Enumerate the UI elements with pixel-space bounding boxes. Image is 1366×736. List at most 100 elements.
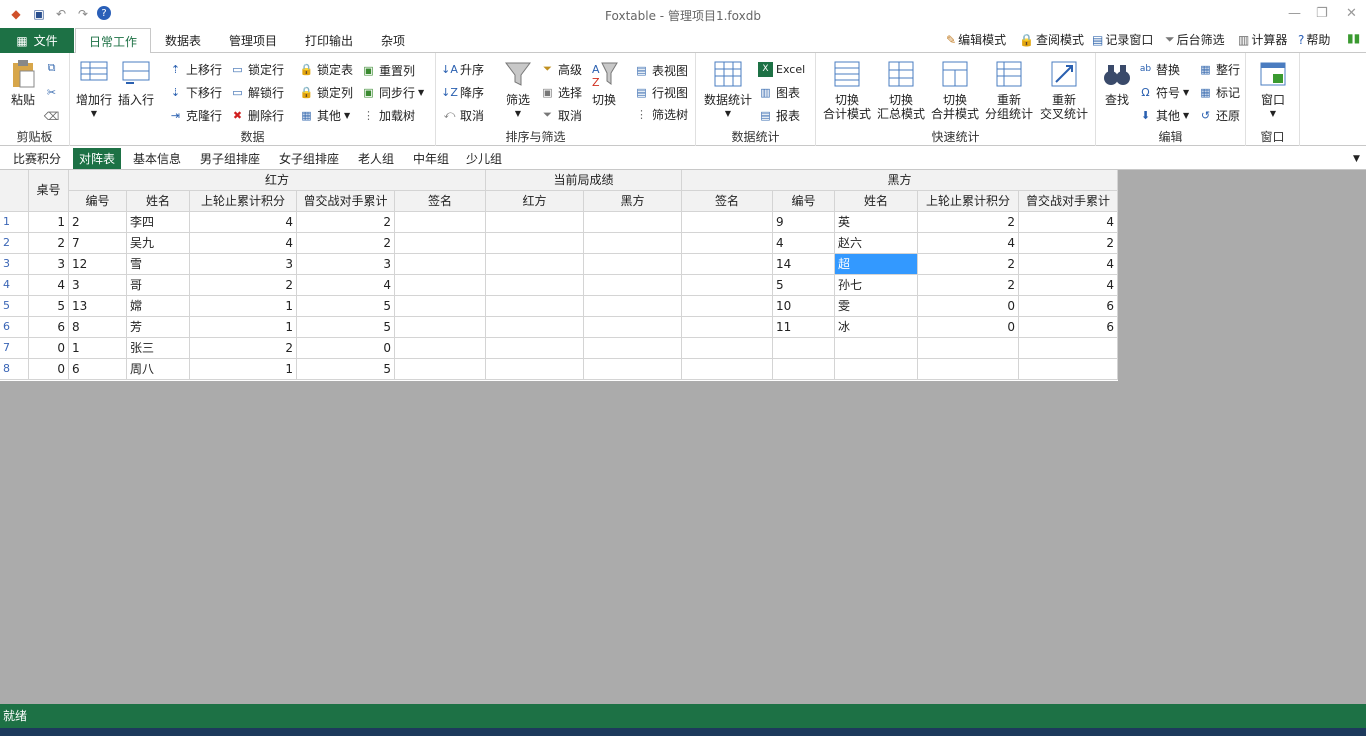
table-cell[interactable] (395, 254, 486, 275)
filter-tree-button[interactable]: ⋮ 筛选树 (634, 105, 688, 123)
table-cell[interactable]: 雯 (835, 296, 918, 317)
table-cell[interactable] (682, 254, 773, 275)
table-cell[interactable] (584, 359, 682, 380)
table-cell[interactable]: 3 (29, 254, 69, 275)
find-button[interactable]: 查找 (1100, 59, 1134, 107)
table-cell[interactable]: 6 (69, 359, 127, 380)
load-tree-button[interactable]: ⋮ 加载树 (361, 106, 415, 124)
restore-icon[interactable]: ❐ (1316, 6, 1328, 21)
lock-column-button[interactable]: 🔒 锁定列 (299, 83, 353, 101)
table-cell[interactable]: 孙七 (835, 275, 918, 296)
table-cell[interactable]: 5 (297, 296, 395, 317)
table-cell[interactable]: 6 (29, 317, 69, 338)
table-cell[interactable]: 3 (190, 254, 297, 275)
switch-total-mode-button[interactable]: 切换 合计模式 (820, 59, 874, 121)
sheet-tab-men-seating[interactable]: 男子组排座 (200, 148, 260, 169)
table-cell[interactable] (584, 296, 682, 317)
table-cell[interactable]: 14 (773, 254, 835, 275)
table-cell[interactable]: 雪 (127, 254, 190, 275)
table-cell[interactable] (395, 296, 486, 317)
table-cell[interactable]: 周八 (127, 359, 190, 380)
clone-row-button[interactable]: ⇥ 克隆行 (168, 106, 222, 124)
table-cell[interactable] (773, 359, 835, 380)
lock-row-button[interactable]: ▭ 锁定行 (230, 60, 284, 78)
table-cell[interactable]: 嫦 (127, 296, 190, 317)
file-menu-button[interactable]: ▦ 文件 (0, 28, 74, 53)
table-cell[interactable] (682, 317, 773, 338)
regroup-stats-button[interactable]: 重新 分组统计 (982, 59, 1036, 121)
table-cell[interactable]: 4 (1019, 254, 1118, 275)
unlock-row-button[interactable]: ▭ 解锁行 (230, 83, 284, 101)
minimize-icon[interactable]: — (1288, 6, 1301, 21)
column-header[interactable]: 黑方 (584, 191, 682, 212)
table-cell[interactable] (486, 254, 584, 275)
table-cell[interactable]: 2 (297, 212, 395, 233)
table-cell[interactable] (918, 338, 1019, 359)
close-icon[interactable]: ✕ (1346, 6, 1357, 21)
table-cell[interactable]: 12 (69, 254, 127, 275)
excel-button[interactable]: X Excel (758, 60, 805, 78)
reset-column-button[interactable]: ▣ 重置列 (361, 61, 415, 79)
tab-data-table[interactable]: 数据表 (152, 28, 214, 53)
advanced-filter-button[interactable]: ⏷ 高级 (540, 60, 582, 78)
table-cell[interactable]: 4 (918, 233, 1019, 254)
table-cell[interactable]: 9 (773, 212, 835, 233)
table-cell[interactable]: 10 (773, 296, 835, 317)
insert-row-button[interactable]: 插入行 (116, 59, 156, 107)
cut-icon[interactable]: ✂ (44, 83, 59, 101)
table-cell[interactable]: 吴九 (127, 233, 190, 254)
window-button[interactable]: 窗口 ▼ (1256, 59, 1290, 121)
table-cell[interactable]: 张三 (127, 338, 190, 359)
table-cell[interactable] (682, 359, 773, 380)
sheet-tab-elderly[interactable]: 老人组 (358, 148, 394, 169)
table-cell[interactable]: 哥 (127, 275, 190, 296)
table-cell[interactable] (682, 296, 773, 317)
help-link[interactable]: ? 帮助 (1298, 31, 1330, 48)
row-number[interactable]: 7 (0, 338, 29, 359)
table-cell[interactable]: 5 (297, 359, 395, 380)
table-cell[interactable]: 5 (773, 275, 835, 296)
sheet-tab-women-seating[interactable]: 女子组排座 (279, 148, 339, 169)
corner-cell[interactable] (0, 170, 29, 212)
sheet-tab-basic-info[interactable]: 基本信息 (133, 148, 181, 169)
table-cell[interactable] (584, 233, 682, 254)
sync-row-button[interactable]: ▣ 同步行 ▼ (361, 83, 424, 101)
restore-button[interactable]: ↺ 还原 (1198, 106, 1240, 124)
row-number[interactable]: 3 (0, 254, 29, 275)
table-cell[interactable]: 超 (835, 254, 918, 275)
eraser-icon[interactable]: ⌫ (44, 107, 60, 125)
move-down-button[interactable]: ⇣ 下移行 (168, 83, 222, 101)
table-cell[interactable]: 2 (918, 275, 1019, 296)
table-cell[interactable]: 1 (69, 338, 127, 359)
table-cell[interactable] (682, 233, 773, 254)
table-cell[interactable] (584, 275, 682, 296)
table-cell[interactable]: 8 (69, 317, 127, 338)
column-header[interactable]: 编号 (773, 191, 835, 212)
table-cell[interactable]: 4 (773, 233, 835, 254)
table-cell[interactable] (1019, 359, 1118, 380)
table-cell[interactable]: 2 (1019, 233, 1118, 254)
copy-icon[interactable]: ⧉ (44, 59, 59, 77)
table-cell[interactable]: 3 (297, 254, 395, 275)
sheet-tab-match-score[interactable]: 比赛积分 (13, 148, 61, 169)
column-header[interactable]: 曾交战对手累计 (1019, 191, 1118, 212)
table-cell[interactable]: 7 (69, 233, 127, 254)
table-cell[interactable]: 1 (190, 296, 297, 317)
column-header[interactable]: 姓名 (835, 191, 918, 212)
table-cell[interactable] (395, 359, 486, 380)
table-cell[interactable]: 6 (1019, 317, 1118, 338)
sort-desc-button[interactable]: ↓Z 降序 (441, 83, 484, 101)
table-cell[interactable] (395, 233, 486, 254)
tab-manage-project[interactable]: 管理项目 (218, 28, 288, 53)
chart-button[interactable]: ▥ 图表 (758, 83, 800, 101)
table-cell[interactable] (584, 254, 682, 275)
filter-button[interactable]: 筛选 ▼ (500, 59, 536, 121)
column-header[interactable]: 上轮止累计积分 (190, 191, 297, 212)
table-cell[interactable]: 李四 (127, 212, 190, 233)
table-cell[interactable]: 13 (69, 296, 127, 317)
sheet-tab-pairing[interactable]: 对阵表 (73, 148, 122, 169)
sheet-tab-youth[interactable]: 少儿组 (466, 148, 502, 169)
sort-cancel-button[interactable]: ⤺ 取消 (442, 106, 484, 124)
tab-daily-work[interactable]: 日常工作 (75, 28, 151, 54)
table-cell[interactable]: 4 (297, 275, 395, 296)
